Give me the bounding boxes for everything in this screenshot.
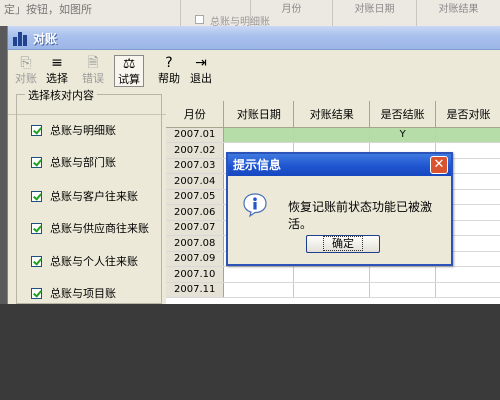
cell-month: 2007.07 (166, 220, 225, 236)
info-bubble-icon (243, 193, 267, 218)
window-titlebar[interactable]: 对账 (8, 26, 500, 50)
table-row[interactable]: 2007.10 (166, 266, 500, 283)
exit-button[interactable]: ⇥ 退出 (186, 55, 216, 87)
dark-background (0, 304, 500, 400)
cell-date (223, 127, 295, 143)
cell-checked (435, 282, 500, 298)
background-header-cell: 对账结果 (416, 0, 500, 26)
trial-balance-button[interactable]: ⚖ 试算 (114, 55, 144, 87)
cell-month: 2007.11 (166, 282, 225, 298)
reconcile-button-label: 对账 (15, 72, 37, 85)
exit-button-label: 退出 (190, 72, 212, 85)
help-icon: ? (165, 55, 173, 71)
column-header-month[interactable]: 月份 (166, 101, 225, 128)
error-button[interactable]: 🗎 错误 (78, 55, 108, 87)
column-header-result[interactable]: 对账结果 (293, 101, 371, 128)
cell-date (223, 282, 295, 298)
cell-month: 2007.09 (166, 251, 225, 267)
dialog-title: 提示信息 (233, 158, 282, 172)
check-label: 总账与部门账 (50, 156, 116, 169)
checkbox[interactable] (31, 255, 42, 267)
check-label: 总账与个人往来账 (50, 255, 138, 268)
close-icon[interactable]: ✕ (430, 156, 448, 174)
reconcile-icon: ⎘ (20, 55, 32, 71)
cell-month: 2007.03 (166, 158, 225, 174)
reconcile-button[interactable]: ⎘ 对账 (11, 55, 41, 87)
group-title: 选择核对内容 (25, 87, 97, 103)
check-label: 总账与客户往来账 (50, 190, 138, 203)
ok-button[interactable]: 确定 (306, 235, 380, 253)
exit-door-icon: ⇥ (195, 55, 207, 71)
check-label: 总账与项目账 (50, 287, 116, 300)
info-dialog: 提示信息 ✕ 恢复记账前状态功能已被激活。 确定 (226, 152, 453, 266)
check-ledger-personal[interactable]: 总账与个人往来账 (31, 253, 138, 269)
dialog-message: 恢复记账前状态功能已被激活。 (288, 200, 433, 231)
table-row[interactable]: 2007.11 (166, 282, 500, 298)
column-header-date[interactable]: 对账日期 (223, 101, 295, 128)
check-ledger-customer[interactable]: 总账与客户往来账 (31, 188, 138, 204)
select-list-icon: ≡ (51, 55, 63, 71)
select-button-label: 选择 (46, 72, 68, 85)
help-button[interactable]: ? 帮助 (154, 55, 184, 87)
checkbox[interactable] (31, 287, 42, 299)
cell-checked (435, 266, 500, 283)
column-header-closed[interactable]: 是否结账 (369, 101, 437, 128)
check-content-group: 选择核对内容 总账与明细账 总账与部门账 总账与客户往来账 总账与供应商往来账 … (16, 87, 162, 304)
cell-closed: Y (369, 127, 437, 143)
background-checkbox (195, 15, 204, 24)
cell-result (293, 127, 371, 143)
table-row[interactable]: 2007.01 Y (166, 127, 500, 143)
cell-month: 2007.10 (166, 266, 225, 283)
column-header-checked[interactable]: 是否对账 (435, 101, 500, 128)
background-checkbox-label: 总账与明细账 (210, 17, 270, 26)
dialog-titlebar[interactable]: 提示信息 (228, 154, 451, 176)
checkbox[interactable] (31, 222, 42, 234)
background-caption: 定」按钮，如图所 (4, 3, 92, 16)
window-title: 对账 (33, 32, 58, 46)
select-button[interactable]: ≡ 选择 (42, 55, 72, 87)
cell-month: 2007.06 (166, 204, 225, 221)
window-left-shadow (0, 26, 7, 304)
cell-month: 2007.04 (166, 173, 225, 190)
balance-scale-icon: ⚖ (122, 56, 136, 72)
background-header-cell: 对账日期 (332, 0, 416, 26)
cell-month: 2007.01 (166, 127, 225, 143)
app-chart-icon (13, 30, 31, 46)
cell-result (293, 282, 371, 298)
checkbox[interactable] (31, 156, 42, 168)
checkbox[interactable] (31, 124, 42, 136)
check-label: 总账与明细账 (50, 124, 116, 137)
cell-closed (369, 282, 437, 298)
cell-checked (435, 127, 500, 143)
cell-closed (369, 266, 437, 283)
check-ledger-supplier[interactable]: 总账与供应商往来账 (31, 220, 149, 236)
checkbox[interactable] (31, 190, 42, 202)
check-label: 总账与供应商往来账 (50, 222, 149, 235)
error-doc-icon: 🗎 (87, 55, 99, 71)
ok-button-label: 确定 (323, 236, 363, 251)
cell-month: 2007.05 (166, 189, 225, 205)
check-ledger-department[interactable]: 总账与部门账 (31, 154, 116, 170)
background-page: 定」按钮，如图所 月份 对账日期 对账结果 总账与明细账 (0, 0, 500, 26)
trial-balance-button-label: 试算 (118, 73, 140, 86)
error-button-label: 错误 (82, 72, 104, 85)
cell-result (293, 266, 371, 283)
cell-month: 2007.08 (166, 235, 225, 252)
cell-date (223, 266, 295, 283)
cell-month: 2007.02 (166, 142, 225, 159)
check-ledger-detail[interactable]: 总账与明细账 (31, 122, 116, 138)
check-ledger-project[interactable]: 总账与项目账 (31, 285, 116, 301)
help-button-label: 帮助 (158, 72, 180, 85)
